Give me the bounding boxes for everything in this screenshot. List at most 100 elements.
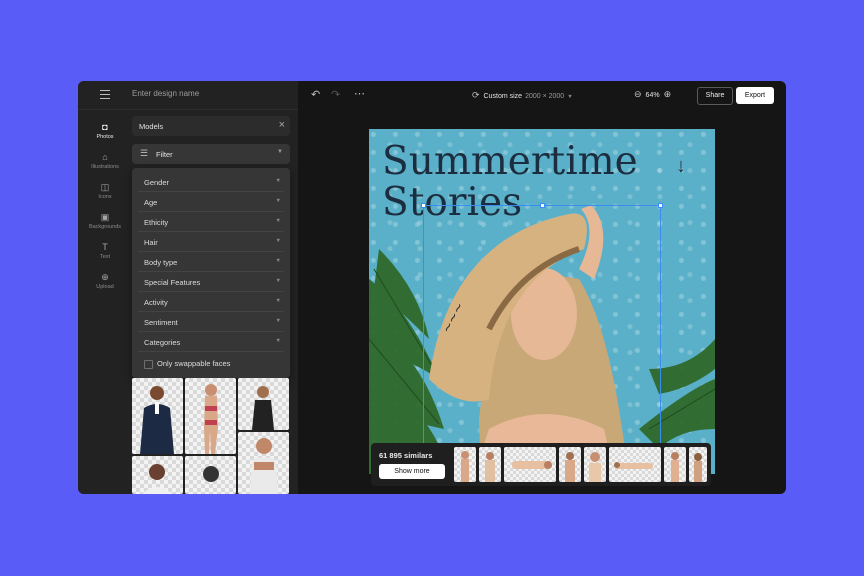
rail-item-icons[interactable]: ◫ Icons [78,182,132,200]
swappable-label: Only swappable faces [157,359,231,368]
design-name-bar: Enter design name [78,81,298,110]
similars-bar: 61 895 similars Show more [371,443,711,486]
filter-item-body-type[interactable]: Body type ▼ [138,252,284,272]
filter-item-label: Body type [144,258,178,267]
resize-handle[interactable] [421,203,426,208]
chevron-down-icon: ▼ [275,278,281,284]
filter-item-ethnicity[interactable]: Ethicity ▼ [138,212,284,232]
smiling-woman-image [142,464,172,494]
similar-thumbnail[interactable] [479,447,501,482]
filter-item-label: Age [144,198,158,207]
icons-icon: ◫ [100,182,110,192]
similar-image [614,462,653,469]
similar-thumbnail[interactable] [504,447,556,482]
filter-item-hair[interactable]: Hair ▼ [138,232,284,252]
canvas-size-selector[interactable]: ⟳ Custom size 2000 × 2000 ▼ [472,90,573,101]
show-more-button[interactable]: Show more [379,464,445,479]
woman-in-bikini-image [204,384,218,454]
zoom-controls: ⊖ 64% ⊕ [634,89,675,100]
zoom-out-icon[interactable]: ⊖ [634,89,642,99]
results-grid [132,378,292,494]
similar-thumbnail[interactable] [689,447,707,482]
man-in-suit-image [140,386,174,454]
filter-button[interactable]: ☰ Filter ▼ [132,144,290,164]
similar-thumbnail[interactable] [584,447,606,482]
export-button[interactable]: Export [736,87,774,104]
rail-item-label: Upload [96,284,114,290]
rail-item-label: Backgrounds [88,224,122,230]
editor-window: Enter design name ◘ Photos ⌂ Illustratio… [78,81,786,494]
rail-item-illustrations[interactable]: ⌂ Illustrations [78,152,132,170]
chevron-down-icon: ▼ [275,198,281,204]
selection-box[interactable] [421,203,663,445]
chevron-down-icon: ▼ [275,178,281,184]
size-dimensions: 2000 × 2000 [525,93,565,100]
photos-icon: ◘ [102,122,108,132]
similar-image [671,452,679,482]
similar-thumbnail[interactable] [559,447,581,482]
filter-item-sentiment[interactable]: Sentiment ▼ [138,312,284,332]
woman-in-black-dress-image [252,386,274,430]
rail-item-backgrounds[interactable]: ▣ Backgrounds [78,212,132,230]
similar-thumbnail[interactable] [454,447,476,482]
text-icon: T [102,242,108,252]
filter-dropdown: Gender ▼ Age ▼ Ethicity ▼ Hair ▼ Body type ▼ … [132,168,290,378]
left-column: Enter design name ◘ Photos ⌂ Illustratio… [78,81,298,494]
chevron-down-icon: ▼ [275,218,281,224]
chevron-down-icon: ▼ [275,298,281,304]
share-button[interactable]: Share [697,87,733,105]
similar-thumbnail[interactable] [609,447,661,482]
similar-image [565,452,575,482]
undo-icon[interactable]: ↶ [311,88,320,101]
filter-item-gender[interactable]: Gender ▼ [138,172,284,192]
chevron-down-icon: ▼ [275,318,281,324]
arrow-down-icon: ↓ [676,155,686,177]
headline-line-1: Summertime [382,139,638,184]
photo-thumbnail[interactable] [238,378,289,430]
filter-item-label: Activity [144,298,168,307]
design-canvas[interactable]: ~~~ Summertime Stories ↓ [369,129,715,474]
filter-item-age[interactable]: Age ▼ [138,192,284,212]
photo-thumbnail[interactable] [132,378,183,454]
chevron-down-icon: ▼ [275,338,281,344]
more-options-icon[interactable]: ⋯ [354,87,365,100]
zoom-level[interactable]: 64% [646,92,660,99]
similar-thumbnail[interactable] [664,447,686,482]
chevron-down-icon: ▼ [275,238,281,244]
illustrations-icon: ⌂ [102,152,108,162]
size-label: Custom size [483,93,523,100]
swappable-checkbox[interactable] [144,360,153,369]
design-name-input[interactable]: Enter design name [132,89,199,98]
filter-item-label: Categories [144,338,181,347]
resize-handle[interactable] [540,203,545,208]
photo-thumbnail[interactable] [185,378,236,454]
zoom-in-icon[interactable]: ⊕ [664,89,672,99]
rail-item-label: Icons [98,194,112,200]
resize-handle[interactable] [658,203,663,208]
redo-icon[interactable]: ↷ [331,88,340,101]
photo-thumbnail[interactable] [132,456,183,494]
similar-image [589,452,601,482]
filter-item-categories[interactable]: Categories ▼ [138,332,284,352]
filter-label: Filter [156,150,173,159]
photo-thumbnail[interactable] [238,432,289,494]
chevron-down-icon: ▼ [275,258,281,264]
rail-item-photos[interactable]: ◘ Photos [78,122,132,140]
chevron-down-icon: ▼ [567,94,573,100]
search-input[interactable]: Models × [132,116,290,136]
similar-image [485,452,495,482]
rail-item-label: Photos [96,134,114,140]
filter-item-label: Gender [144,178,170,187]
filter-item-activity[interactable]: Activity ▼ [138,292,284,312]
upload-icon: ⊕ [101,272,109,282]
rail-item-text[interactable]: T Text [78,242,132,260]
rail-item-upload[interactable]: ⊕ Upload [78,272,132,290]
photo-thumbnail[interactable] [185,456,236,494]
filter-item-label: Hair [144,238,158,247]
filter-item-special-features[interactable]: Special Features ▼ [138,272,284,292]
clear-search-icon[interactable]: × [279,119,285,131]
hamburger-menu-icon[interactable] [100,90,110,99]
search-value: Models [139,122,164,131]
tool-rail: ◘ Photos ⌂ Illustrations ◫ Icons ▣ Backg… [78,110,132,494]
filter-item-label: Sentiment [144,318,178,327]
